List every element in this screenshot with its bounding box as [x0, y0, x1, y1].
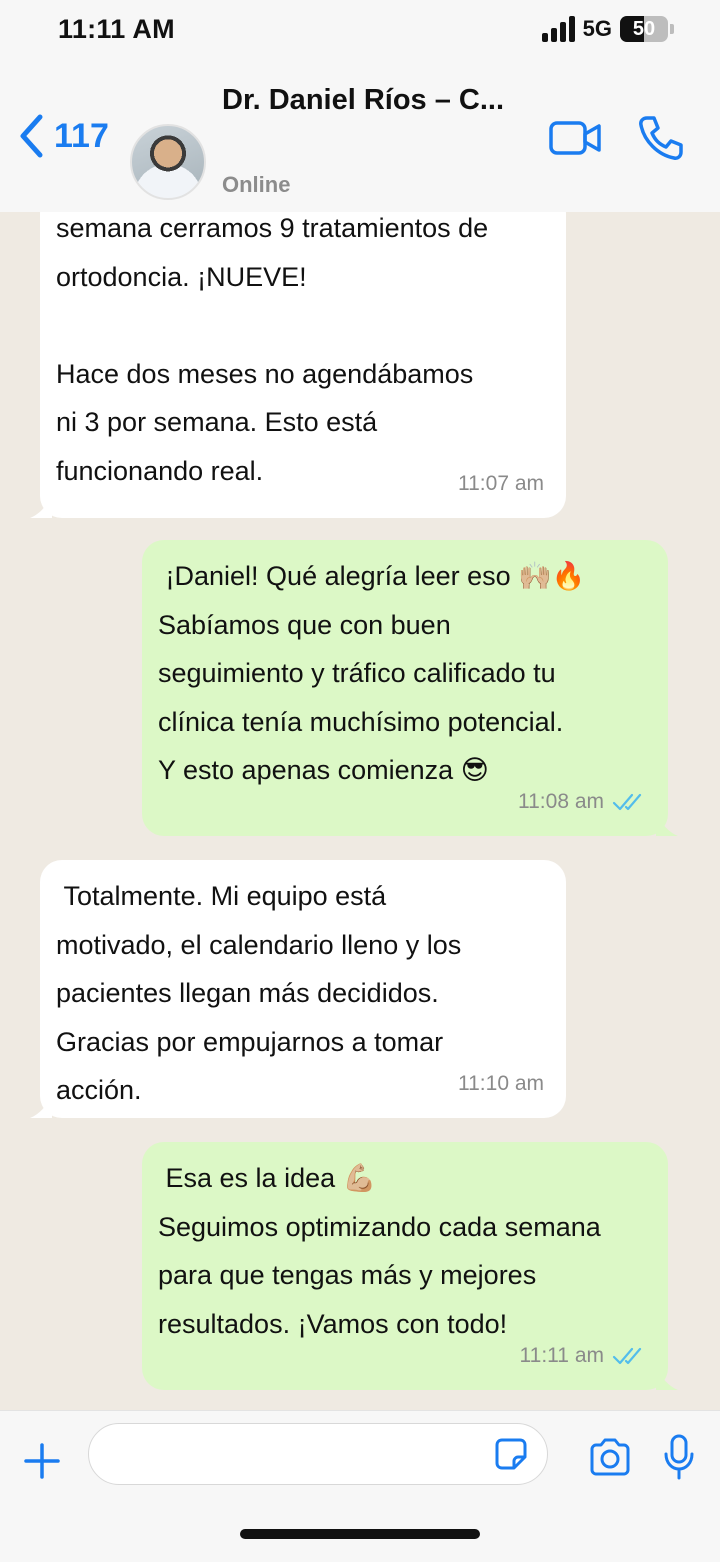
chat-header: 117 Dr. Daniel Ríos – C... Online — [0, 62, 720, 212]
bubble-tail — [30, 1096, 52, 1118]
message-meta: 11:11 am — [520, 1332, 646, 1381]
bubble-tail — [30, 496, 52, 518]
bubble-tail — [656, 814, 678, 836]
message-meta: 11:10 am — [458, 1060, 544, 1109]
home-indicator — [240, 1529, 480, 1539]
message-bubble-outgoing[interactable]: Esa es la idea 💪🏼 Seguimos optimizando c… — [142, 1142, 678, 1390]
signal-icon — [541, 16, 575, 42]
network-type: 5G — [582, 16, 612, 41]
video-call-icon[interactable] — [548, 118, 602, 158]
battery-icon: 50 — [620, 16, 668, 42]
camera-icon[interactable] — [588, 1437, 632, 1477]
battery-tip — [670, 24, 674, 34]
message-list[interactable]: semana cerramos 9 tratamientos de ortodo… — [0, 212, 720, 1410]
message-time: 11:10 am — [458, 1071, 544, 1095]
double-check-icon — [612, 793, 642, 810]
status-indicators: 5G 50 — [541, 16, 674, 42]
message-text: Esa es la idea 💪🏼 Seguimos optimizando c… — [158, 1163, 601, 1339]
microphone-icon[interactable] — [662, 1433, 696, 1481]
message-bubble-outgoing[interactable]: ¡Daniel! Qué alegría leer eso 🙌🏼🔥 Sabíam… — [142, 540, 678, 836]
message-bubble-incoming[interactable]: semana cerramos 9 tratamientos de ortodo… — [30, 212, 566, 518]
message-time: 11:11 am — [519, 1343, 604, 1367]
unread-count: 117 — [54, 116, 109, 155]
status-bar: 11:11 AM 5G 50 — [0, 0, 720, 62]
message-text: semana cerramos 9 tratamientos de ortodo… — [56, 213, 489, 486]
phone-icon[interactable] — [636, 114, 684, 162]
message-meta: 11:08 am — [518, 778, 646, 827]
contact-status: Online — [222, 172, 291, 197]
message-time: 11:08 am — [518, 789, 604, 813]
bubble-tail — [656, 1368, 678, 1390]
avatar[interactable] — [130, 124, 206, 200]
sticker-icon[interactable] — [494, 1437, 528, 1471]
contact-name[interactable]: Dr. Daniel Ríos – C... — [222, 76, 512, 124]
composer-bar — [0, 1410, 720, 1562]
chevron-left-icon — [20, 114, 43, 158]
status-time: 11:11 AM — [58, 14, 175, 44]
battery-level: 50 — [632, 17, 656, 40]
message-time: 11:07 am — [458, 471, 544, 495]
message-text: ¡Daniel! Qué alegría leer eso 🙌🏼🔥 Sabíam… — [158, 561, 586, 785]
message-bubble-incoming[interactable]: Totalmente. Mi equipo está motivado, el … — [30, 860, 566, 1118]
plus-icon[interactable] — [20, 1439, 64, 1483]
message-input[interactable] — [88, 1423, 548, 1485]
back-button[interactable]: 117 — [18, 114, 109, 158]
double-check-icon — [612, 1347, 642, 1364]
message-meta: 11:07 am — [458, 460, 544, 509]
